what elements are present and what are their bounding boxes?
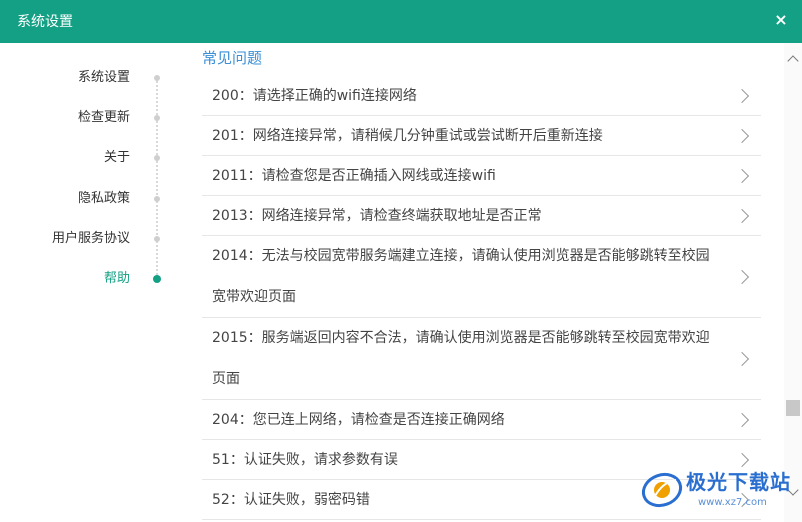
faq-item[interactable]: 200：请选择正确的wifi连接网络 [202,76,761,116]
help-content: 常见问题 200：请选择正确的wifi连接网络 201：网络连接异常，请稍候几分… [202,43,762,522]
nav-dot [154,75,160,81]
chevron-right-icon [734,412,750,428]
sidebar-item-about[interactable]: 关于 [10,148,130,168]
settings-sidebar: 系统设置 检查更新 关于 隐私政策 用户服务协议 帮助 [0,43,185,522]
faq-item-text: 2014：无法与校园宽带服务端建立连接，请确认使用浏览器是否能够跳转至校园宽带欢… [212,248,710,305]
chevron-right-icon [734,128,750,144]
nav-dot [154,196,160,202]
watermark-logo-icon [641,472,683,508]
chevron-right-icon [734,269,750,285]
nav-dot [154,155,160,161]
title-bar: 系统设置 × [0,0,802,43]
faq-item[interactable]: 2014：无法与校园宽带服务端建立连接，请确认使用浏览器是否能够跳转至校园宽带欢… [202,236,761,318]
faq-item[interactable]: 2013：网络连接异常，请检查终端获取地址是否正常 [202,196,761,236]
close-icon[interactable]: × [770,9,792,31]
window-title: 系统设置 [17,14,73,30]
sidebar-item-help[interactable]: 帮助 [10,269,130,289]
faq-list: 200：请选择正确的wifi连接网络 201：网络连接异常，请稍候几分钟重试或尝… [202,76,761,520]
chevron-right-icon [734,88,750,104]
sidebar-item-system-settings[interactable]: 系统设置 [10,68,130,88]
watermark-brand: 极光下载站 [686,470,791,494]
faq-item[interactable]: 201：网络连接异常，请稍候几分钟重试或尝试断开后重新连接 [202,116,761,156]
sidebar-item-user-agreement[interactable]: 用户服务协议 [10,229,130,249]
nav-dot-active [153,275,161,283]
faq-item-text: 2013：网络连接异常，请检查终端获取地址是否正常 [212,208,542,224]
nav-dot [154,115,160,121]
faq-item-text: 201：网络连接异常，请稍候几分钟重试或尝试断开后重新连接 [212,128,603,144]
faq-item-text: 51：认证失败，请求参数有误 [212,452,398,468]
chevron-right-icon [734,168,750,184]
chevron-right-icon [734,351,750,367]
watermark: 极光下载站 www.xz7.com [640,466,795,518]
faq-item-text: 52：认证失败，弱密码错 [212,492,370,508]
faq-item-text: 204：您已连上网络，请检查是否连接正确网络 [212,412,505,428]
chevron-right-icon [734,452,750,468]
faq-item-text: 2015：服务端返回内容不合法，请确认使用浏览器是否能够跳转至校园宽带欢迎页面 [212,330,710,387]
scroll-up-icon[interactable] [787,55,799,67]
nav-timeline [156,78,158,278]
faq-item[interactable]: 2011：请检查您是否正确插入网线或连接wifi [202,156,761,196]
faq-item[interactable]: 204：您已连上网络，请检查是否连接正确网络 [202,400,761,440]
faq-item-text: 2011：请检查您是否正确插入网线或连接wifi [212,168,496,184]
chevron-right-icon [734,208,750,224]
sidebar-item-privacy-policy[interactable]: 隐私政策 [10,189,130,209]
watermark-url: www.xz7.com [698,497,767,508]
scroll-thumb[interactable] [786,400,800,416]
faq-item[interactable]: 2015：服务端返回内容不合法，请确认使用浏览器是否能够跳转至校园宽带欢迎页面 [202,318,761,400]
sidebar-item-check-update[interactable]: 检查更新 [10,108,130,128]
vertical-scrollbar[interactable] [784,43,802,522]
faq-item-text: 200：请选择正确的wifi连接网络 [212,88,417,104]
nav-dot [154,236,160,242]
section-title: 常见问题 [202,49,263,67]
